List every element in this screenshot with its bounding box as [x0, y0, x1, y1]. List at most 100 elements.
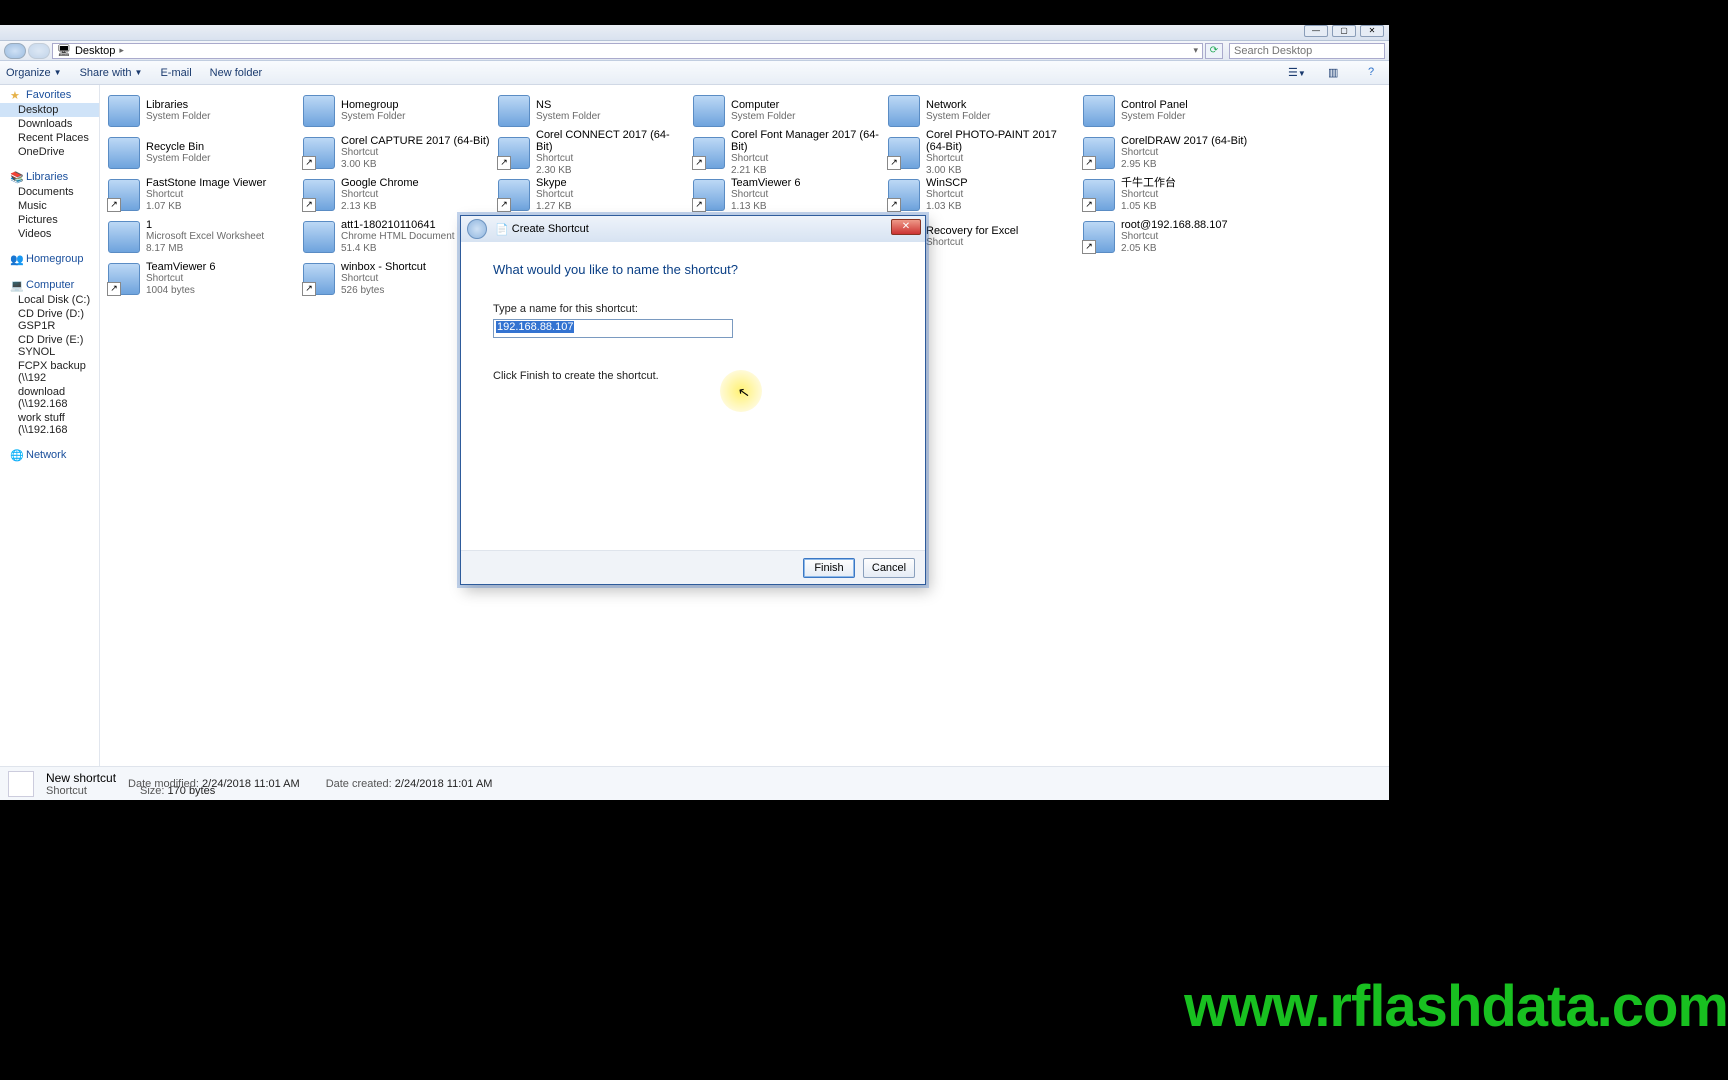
dialog-close-button[interactable]: ✕ [891, 219, 921, 235]
file-type: System Folder [146, 111, 210, 123]
nav-drive[interactable]: FCPX backup (\\192 [0, 359, 99, 385]
nav-forward-button[interactable] [28, 43, 50, 59]
maximize-button[interactable]: ▢ [1332, 25, 1356, 37]
file-type: Microsoft Excel Worksheet [146, 231, 264, 243]
file-item[interactable]: Corel PHOTO-PAINT 2017 (64-Bit) Shortcut… [884, 133, 1079, 173]
refresh-button[interactable]: ⟳ [1205, 43, 1223, 59]
shortcut-name-input[interactable]: 192.168.88.107 [493, 319, 733, 338]
file-type: Shortcut [1121, 147, 1247, 159]
file-name: att1-180210110641 [341, 219, 455, 231]
file-name: Google Chrome [341, 177, 419, 189]
share-with-menu[interactable]: Share with▼ [80, 67, 143, 79]
dialog-titlebar[interactable]: 📄 Create Shortcut ✕ [461, 216, 925, 242]
file-item[interactable]: FastStone Image Viewer Shortcut 1.07 KB [104, 175, 299, 215]
nav-drive[interactable]: CD Drive (E:) SYNOL [0, 333, 99, 359]
file-size: 51.4 KB [341, 243, 455, 255]
file-icon [108, 95, 140, 127]
chevron-right-icon[interactable]: ▸ [119, 45, 124, 56]
file-item[interactable]: NS System Folder [494, 91, 689, 131]
window-titlebar[interactable]: — ▢ ✕ [0, 25, 1389, 41]
file-item[interactable]: Corel CAPTURE 2017 (64-Bit) Shortcut 3.0… [299, 133, 494, 173]
nav-back-button[interactable] [4, 43, 26, 59]
file-icon [1083, 179, 1115, 211]
nav-music[interactable]: Music [0, 199, 99, 213]
cancel-button[interactable]: Cancel [863, 558, 915, 578]
nav-onedrive[interactable]: OneDrive [0, 145, 99, 159]
nav-network-header[interactable]: 🌐Network [0, 447, 99, 463]
breadcrumb[interactable]: 🖥 Desktop ▸ ▾ [52, 43, 1203, 59]
navigation-pane[interactable]: ★Favorites Desktop Downloads Recent Plac… [0, 85, 100, 766]
view-options-button[interactable]: ☰▼ [1287, 65, 1309, 81]
nav-drive[interactable]: Local Disk (C:) [0, 293, 99, 307]
file-item[interactable]: 1 Microsoft Excel Worksheet 8.17 MB [104, 217, 299, 257]
nav-libraries-header[interactable]: 📚Libraries [0, 169, 99, 185]
file-name: Recovery for Excel [926, 225, 1018, 237]
file-icon [693, 179, 725, 211]
file-item[interactable]: Network System Folder [884, 91, 1079, 131]
file-type: System Folder [1121, 111, 1188, 123]
details-name: New shortcut [46, 771, 116, 785]
file-item[interactable]: Homegroup System Folder [299, 91, 494, 131]
file-item[interactable]: Computer System Folder [689, 91, 884, 131]
finish-button[interactable]: Finish [803, 558, 855, 578]
chevron-down-icon[interactable]: ▾ [1193, 45, 1198, 56]
file-name: Libraries [146, 99, 210, 111]
new-folder-button[interactable]: New folder [210, 67, 263, 79]
file-item[interactable]: Corel Font Manager 2017 (64-Bit) Shortcu… [689, 133, 884, 173]
file-item[interactable]: TeamViewer 6 Shortcut 1.13 KB [689, 175, 884, 215]
nav-drive[interactable]: work stuff (\\192.168 [0, 411, 99, 437]
dialog-hint: Click Finish to create the shortcut. [493, 370, 893, 382]
file-name: root@192.168.88.107 [1121, 219, 1228, 231]
nav-computer-header[interactable]: 💻Computer [0, 277, 99, 293]
file-item[interactable]: Control Panel System Folder [1079, 91, 1274, 131]
file-item[interactable]: Libraries System Folder [104, 91, 299, 131]
file-icon [108, 137, 140, 169]
file-size: 3.00 KB [341, 159, 490, 171]
nav-pictures[interactable]: Pictures [0, 213, 99, 227]
nav-downloads[interactable]: Downloads [0, 117, 99, 131]
file-name: Control Panel [1121, 99, 1188, 111]
nav-documents[interactable]: Documents [0, 185, 99, 199]
file-item[interactable]: root@192.168.88.107 Shortcut 2.05 KB [1079, 217, 1274, 257]
address-bar: 🖥 Desktop ▸ ▾ ⟳ [0, 41, 1389, 61]
file-type: System Folder [146, 153, 210, 165]
organize-menu[interactable]: Organize▼ [6, 67, 62, 79]
file-size: 1.13 KB [731, 201, 801, 213]
email-button[interactable]: E-mail [160, 67, 191, 79]
minimize-button[interactable]: — [1304, 25, 1328, 37]
file-item[interactable]: CorelDRAW 2017 (64-Bit) Shortcut 2.95 KB [1079, 133, 1274, 173]
file-item[interactable]: TeamViewer 6 Shortcut 1004 bytes [104, 259, 299, 299]
nav-drive[interactable]: download (\\192.168 [0, 385, 99, 411]
file-icon [693, 95, 725, 127]
file-item[interactable]: WinSCP Shortcut 1.03 KB [884, 175, 1079, 215]
nav-recent-places[interactable]: Recent Places [0, 131, 99, 145]
file-icon [108, 221, 140, 253]
file-item[interactable]: Corel CONNECT 2017 (64-Bit) Shortcut 2.3… [494, 133, 689, 173]
file-icon [1083, 137, 1115, 169]
details-pane: New shortcut Shortcut Date modified: 2/2… [0, 766, 1389, 800]
close-button[interactable]: ✕ [1360, 25, 1384, 37]
help-button[interactable]: ? [1367, 65, 1389, 81]
search-input[interactable] [1229, 43, 1385, 59]
file-item[interactable]: Google Chrome Shortcut 2.13 KB [299, 175, 494, 215]
nav-homegroup-header[interactable]: 👥Homegroup [0, 251, 99, 267]
file-item[interactable]: 千牛工作台 Shortcut 1.05 KB [1079, 175, 1274, 215]
file-size: 2.05 KB [1121, 243, 1228, 255]
file-type: Shortcut [146, 189, 266, 201]
file-name: Corel Font Manager 2017 (64-Bit) [731, 129, 880, 153]
file-item[interactable]: Skype Shortcut 1.27 KB [494, 175, 689, 215]
file-name: TeamViewer 6 [146, 261, 216, 273]
nav-desktop[interactable]: Desktop [0, 103, 99, 117]
nav-videos[interactable]: Videos [0, 227, 99, 241]
file-type: Shortcut [146, 273, 216, 285]
nav-favorites-header[interactable]: ★Favorites [0, 87, 99, 103]
dialog-back-button[interactable] [467, 219, 487, 239]
nav-drive[interactable]: CD Drive (D:) GSP1R [0, 307, 99, 333]
file-type: Shortcut [926, 189, 968, 201]
file-type: Shortcut [926, 153, 1075, 165]
preview-pane-button[interactable]: ▥ [1327, 65, 1349, 81]
file-item[interactable]: Recycle Bin System Folder [104, 133, 299, 173]
file-name: Skype [536, 177, 573, 189]
file-icon [498, 95, 530, 127]
file-size: 2.13 KB [341, 201, 419, 213]
